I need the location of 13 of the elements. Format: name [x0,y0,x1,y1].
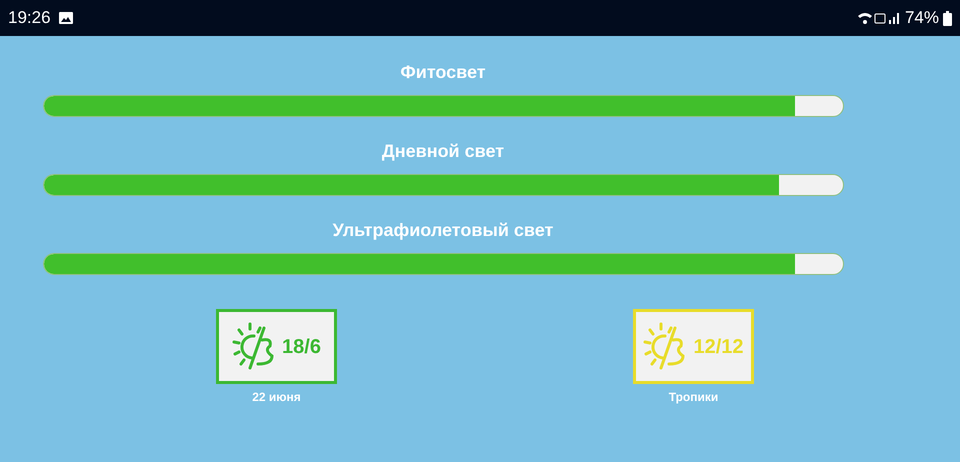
channel-title: Дневной свет [382,141,504,162]
mode-label: 22 июня [252,389,301,406]
battery-icon [943,10,952,26]
slider-track[interactable] [42,174,844,196]
battery-percent: 74% [904,7,939,30]
image-icon [58,12,73,24]
signal-icon [856,11,901,25]
light-mode-button[interactable]: 18/6 [216,309,337,384]
channel-title: Фитосвет [400,62,486,83]
clock-time: 19:26 [8,7,51,30]
mode-label: Тропики [668,389,718,406]
light-mode-button[interactable]: 12/12 [633,309,754,384]
channel-title: Ультрафиолетовый свет [332,220,554,241]
